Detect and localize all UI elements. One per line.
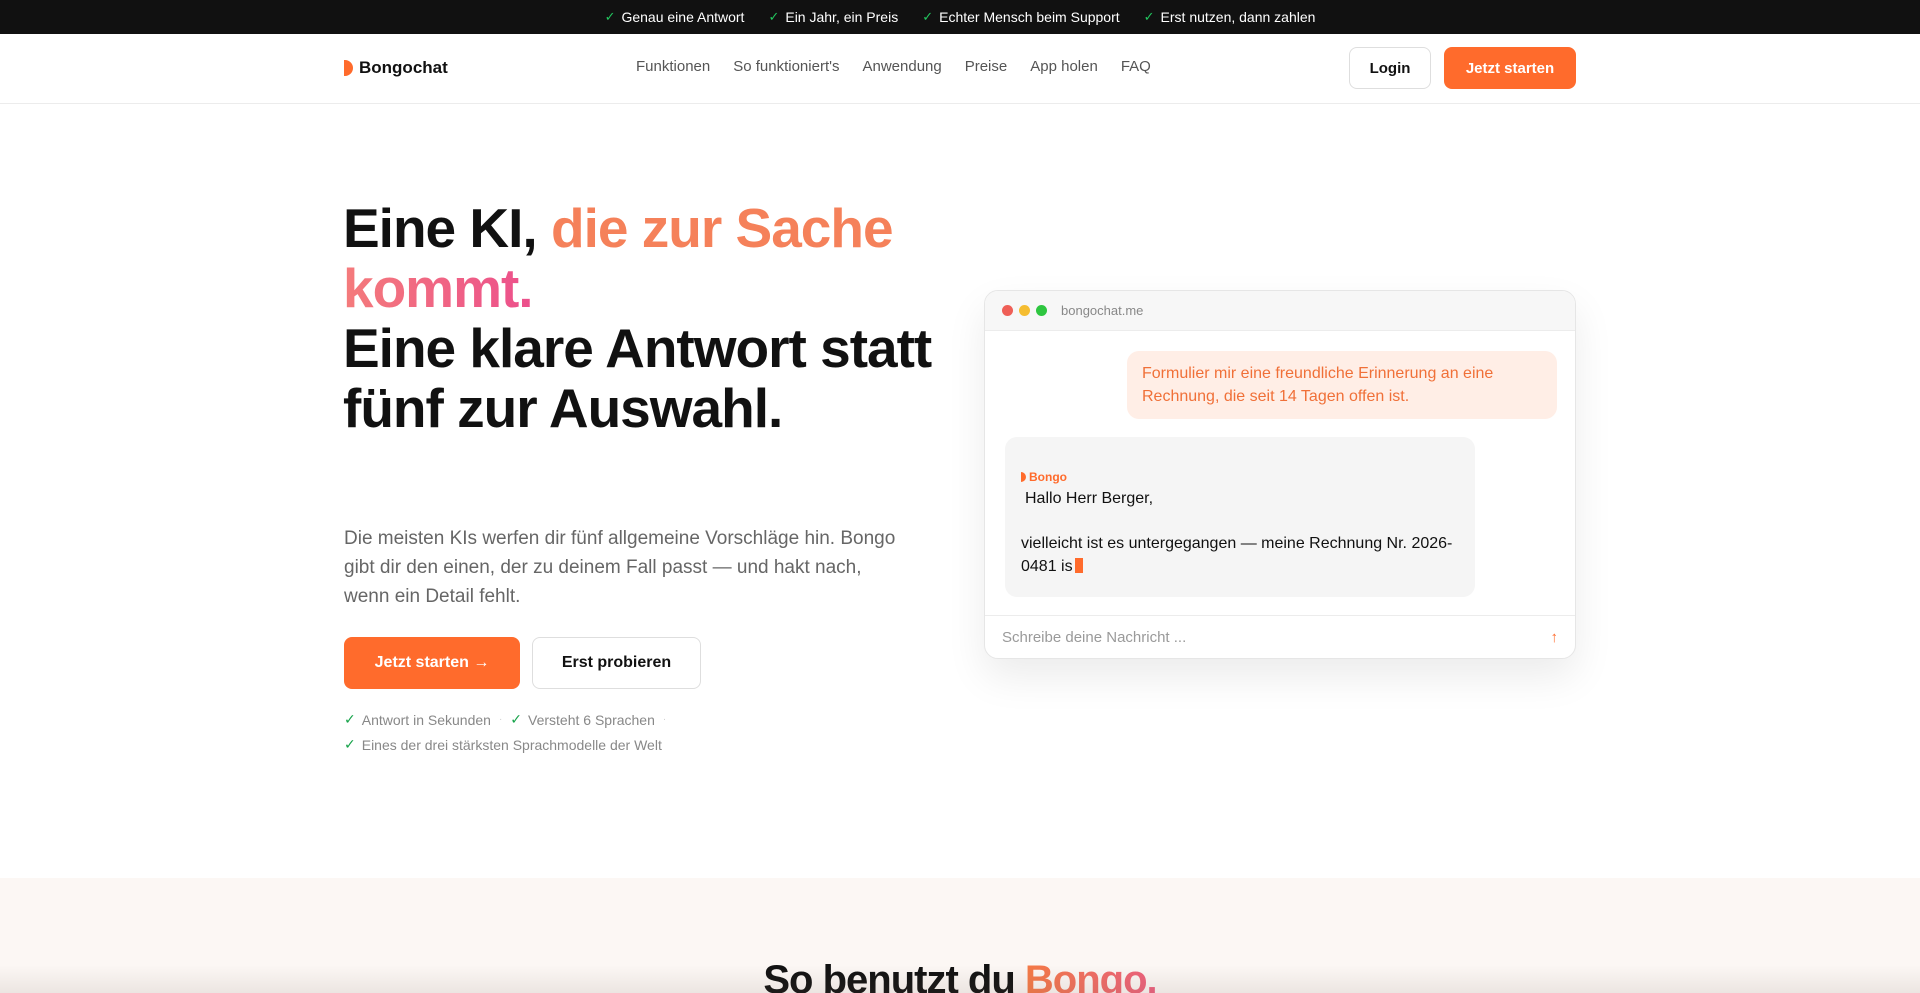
announcement-item: ✓ Ein Jahr, ein Preis [768, 9, 899, 25]
nav-link-preise[interactable]: Preise [965, 58, 1008, 75]
nav-links: Funktionen So funktioniert's Anwendung P… [636, 58, 1151, 75]
feature-item: ✓ Eines der drei stärksten Sprachmodelle … [344, 736, 662, 753]
bot-message-text: vielleicht ist es untergegangen — meine … [1021, 535, 1453, 575]
check-icon: ✓ [344, 736, 356, 752]
window-minimize-dot-icon [1019, 305, 1030, 316]
chat-area: Formulier mir eine freundliche Erinnerun… [985, 331, 1575, 620]
announcement-item: ✓ Erst nutzen, dann zahlen [1143, 9, 1316, 25]
check-icon: ✓ [1143, 9, 1155, 24]
hero-try-button[interactable]: Erst probieren [532, 637, 701, 689]
announcement-bar: ✓ Genau eine Antwort ✓ Ein Jahr, ein Preis… [0, 0, 1920, 34]
hero-get-started-button[interactable]: Jetzt starten → [344, 637, 520, 689]
brand-name: Bongochat [359, 58, 448, 77]
check-icon: ✓ [922, 9, 934, 24]
browser-titlebar: bongochat.me [985, 291, 1575, 331]
bot-message-bubble: Bongo Hallo Herr Berger, vielleicht ist … [1005, 437, 1475, 597]
brand-logo-link[interactable]: Bongochat [344, 58, 448, 78]
check-icon: ✓ [344, 711, 356, 727]
login-button[interactable]: Login [1349, 47, 1431, 89]
window-maximize-dot-icon [1036, 305, 1047, 316]
announcement-item: ✓ Genau eine Antwort [604, 9, 745, 25]
hero-subtitle: Die meisten KIs werfen dir fünf allgemei… [344, 528, 896, 607]
feature-row: ✓ Antwort in Sekunden · ✓ Versteht 6 Sprac… [344, 707, 666, 732]
separator-dot: · [662, 714, 667, 725]
hero-title-accent: die zur Sache [551, 197, 894, 259]
section-fade [0, 965, 1920, 993]
browser-url: bongochat.me [1061, 303, 1144, 318]
hero-title-part1: Eine KI, [343, 197, 551, 259]
separator-dot: · [498, 714, 503, 725]
feature-item: ✓ Antwort in Sekunden [344, 711, 491, 728]
nav-link-so-funktionierts[interactable]: So funktioniert's [733, 58, 839, 75]
chat-input[interactable]: Schreibe deine Nachricht ... ↑ [985, 615, 1575, 658]
check-icon: ✓ [604, 9, 616, 24]
user-message-bubble: Formulier mir eine freundliche Erinnerun… [1127, 351, 1557, 419]
typing-cursor-icon [1074, 558, 1083, 573]
hero-title: Eine KI, die zur Sache kommt. Eine klare… [343, 198, 943, 438]
hero-title-part2: Eine klare Antwort statt fünf zur Auswah… [343, 317, 932, 439]
arrow-up-icon[interactable]: ↑ [1551, 629, 1559, 646]
check-icon: ✓ [768, 9, 780, 24]
nav-link-anwendung[interactable]: Anwendung [862, 58, 941, 75]
chat-input-placeholder: Schreibe deine Nachricht ... [1002, 628, 1187, 646]
nav-link-app-holen[interactable]: App holen [1030, 58, 1098, 75]
nav-link-funktionen[interactable]: Funktionen [636, 58, 710, 75]
bot-name-label: Bongo [1021, 470, 1459, 484]
feature-item: ✓ Versteht 6 Sprachen [510, 711, 655, 728]
hero-title-accent: kommt. [343, 257, 534, 319]
chat-demo-window: bongochat.me Formulier mir eine freundli… [984, 290, 1576, 659]
nav-get-started-button[interactable]: Jetzt starten [1444, 47, 1576, 89]
hero-features: ✓ Antwort in Sekunden · ✓ Versteht 6 Sprac… [344, 707, 666, 757]
nav-link-faq[interactable]: FAQ [1121, 58, 1151, 75]
window-close-dot-icon [1002, 305, 1013, 316]
check-icon: ✓ [510, 711, 523, 727]
feature-row: ✓ Eines der drei stärksten Sprachmodelle … [344, 732, 666, 757]
bot-greeting: Hallo Herr Berger, [1025, 490, 1154, 507]
bongo-logo-icon [1021, 472, 1026, 482]
announcement-item: ✓ Echter Mensch beim Support [922, 9, 1120, 25]
bongochat-logo-icon [344, 60, 353, 76]
main-navbar: Bongochat Funktionen So funktioniert's A… [0, 34, 1920, 104]
